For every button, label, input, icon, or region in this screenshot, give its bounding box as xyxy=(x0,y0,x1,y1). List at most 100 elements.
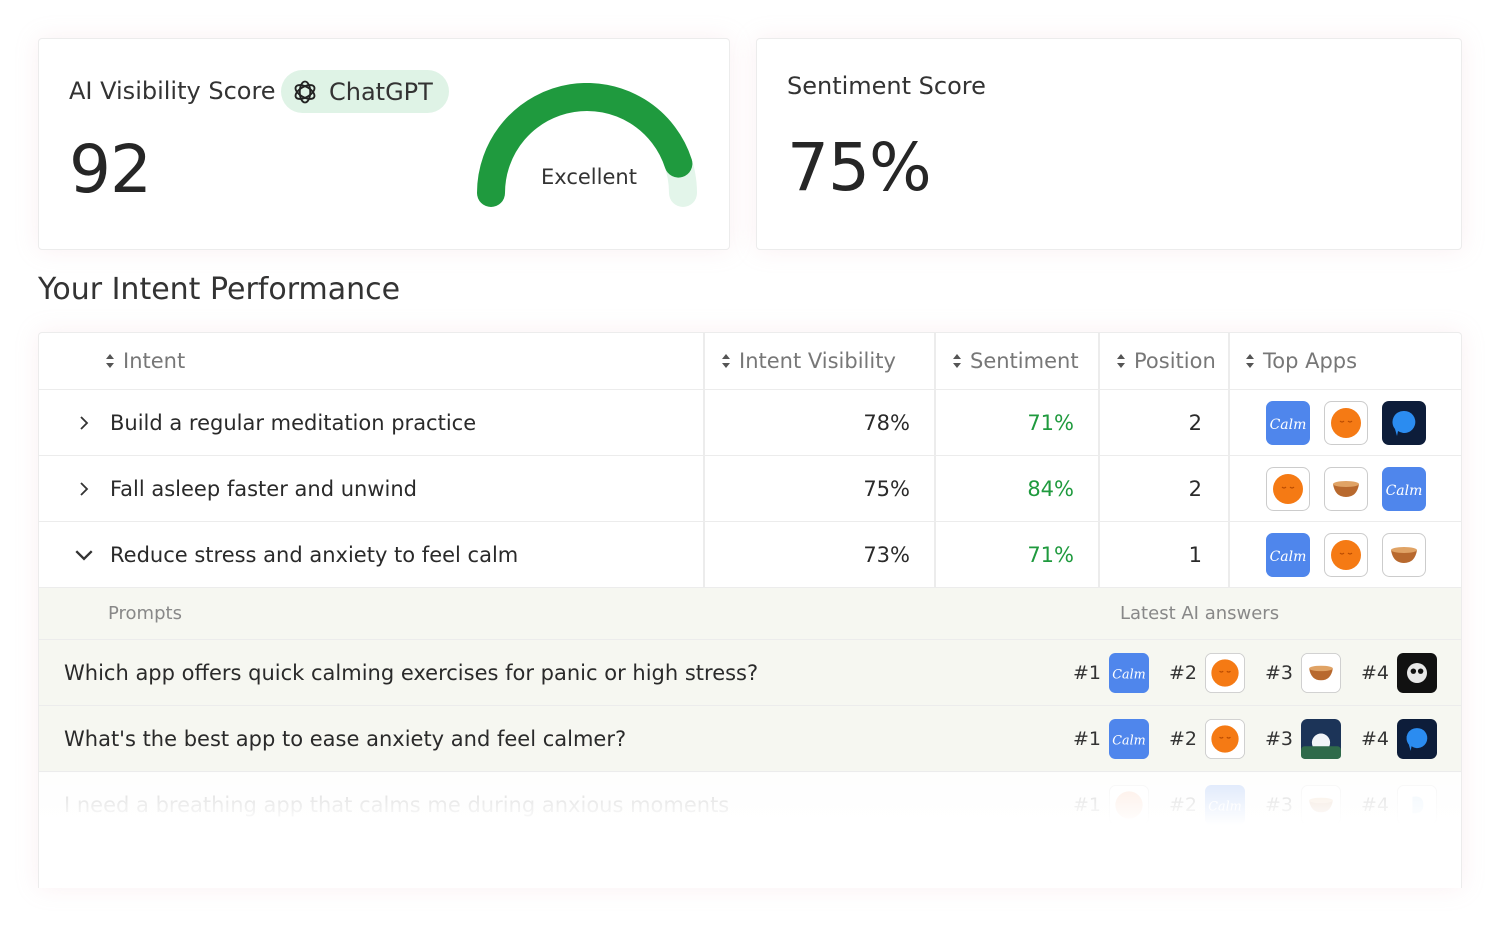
rank-label: #4 xyxy=(1360,727,1389,750)
chevron-right-icon[interactable] xyxy=(77,456,91,521)
calm-icon[interactable]: Calm xyxy=(1108,652,1149,693)
header-sentiment-label: Sentiment xyxy=(970,349,1079,373)
sort-icon xyxy=(106,354,114,368)
rank-label: #2 xyxy=(1168,794,1197,816)
latest-answers: #1 Calm #2 #3 #4 xyxy=(1063,706,1437,771)
header-sentiment[interactable]: Sentiment xyxy=(952,333,1079,389)
answer-rank: #2 xyxy=(1168,652,1245,693)
answer-rank: #4 xyxy=(1361,785,1437,825)
answer-rank: #4 xyxy=(1360,652,1437,693)
prompt-text: What's the best app to ease anxiety and … xyxy=(64,726,627,751)
headspace-icon[interactable] xyxy=(1324,400,1368,445)
meditation-helper-icon[interactable] xyxy=(1397,718,1437,759)
chevron-down-icon[interactable] xyxy=(75,522,93,587)
top-apps: Calm xyxy=(1266,390,1426,455)
intent-visibility: 78% xyxy=(863,410,910,435)
prompt-text: I need a breathing app that calms me dur… xyxy=(64,793,730,817)
breathe-blue-icon[interactable] xyxy=(1397,785,1437,825)
prompt-text: Which app offers quick calming exercises… xyxy=(64,660,759,685)
rank-label: #4 xyxy=(1360,794,1389,816)
header-position-label: Position xyxy=(1134,349,1216,373)
ai-visibility-card: AI Visibility Score ChatGPT 92 Excellent xyxy=(38,38,730,250)
top-apps: Calm xyxy=(1266,522,1426,587)
rank-label: #2 xyxy=(1168,661,1197,684)
calm-icon[interactable]: Calm xyxy=(1266,532,1310,577)
intent-sentiment: 71% xyxy=(1027,410,1074,435)
intent-table: Intent Intent Visibility Sentiment Posit… xyxy=(38,332,1462,888)
answer-rank: #4 xyxy=(1360,718,1437,759)
calm-icon[interactable]: Calm xyxy=(1108,718,1149,759)
intent-row-expanded[interactable]: Reduce stress and anxiety to feel calm 7… xyxy=(39,522,1461,588)
singing-bowl-icon[interactable] xyxy=(1324,466,1368,511)
intent-visibility: 75% xyxy=(863,476,910,501)
calm-icon[interactable]: Calm xyxy=(1382,466,1426,511)
sentiment-card: Sentiment Score 75% xyxy=(756,38,1462,250)
singing-bowl-icon[interactable] xyxy=(1300,652,1341,693)
header-position[interactable]: Position xyxy=(1116,333,1216,389)
singing-bowl-icon[interactable] xyxy=(1300,785,1341,825)
sort-icon xyxy=(722,354,730,368)
rank-label: #3 xyxy=(1264,794,1293,816)
calm-icon[interactable]: Calm xyxy=(1266,400,1310,445)
answer-rank: #3 xyxy=(1264,652,1341,693)
prompt-row[interactable]: What's the best app to ease anxiety and … xyxy=(39,706,1461,772)
svg-text:Calm: Calm xyxy=(1386,483,1423,499)
sentiment-title: Sentiment Score xyxy=(787,72,986,100)
header-visibility[interactable]: Intent Visibility xyxy=(721,333,896,389)
rank-label: #1 xyxy=(1072,661,1101,684)
headspace-icon[interactable] xyxy=(1324,532,1368,577)
prompts-header: Prompts Latest AI answers xyxy=(39,588,1461,640)
latest-answers: #1 Calm #2 #3 #4 xyxy=(1063,640,1437,705)
headspace-icon[interactable] xyxy=(1204,652,1245,693)
answer-rank: #2 xyxy=(1168,718,1245,759)
sort-icon xyxy=(1117,354,1125,368)
headspace-peach-icon[interactable] xyxy=(1108,785,1149,825)
intent-row[interactable]: Build a regular meditation practice 78% … xyxy=(39,390,1461,456)
gauge-rating: Excellent xyxy=(541,165,637,189)
panda-night-icon[interactable] xyxy=(1397,652,1437,693)
intent-row[interactable]: Fall asleep faster and unwind 75% 84% 2 … xyxy=(39,456,1461,522)
header-visibility-label: Intent Visibility xyxy=(739,349,896,373)
chevron-right-icon[interactable] xyxy=(77,390,91,455)
headspace-icon[interactable] xyxy=(1204,718,1245,759)
calm-icon[interactable]: Calm xyxy=(1204,785,1245,825)
rank-label: #3 xyxy=(1264,727,1293,750)
intent-position: 2 xyxy=(1188,410,1202,435)
answer-rank: #1 xyxy=(1073,785,1149,825)
header-top-apps-label: Top Apps xyxy=(1263,349,1358,373)
intent-sentiment: 71% xyxy=(1027,542,1074,567)
rank-label: #1 xyxy=(1072,794,1101,816)
rank-label: #4 xyxy=(1360,661,1389,684)
table-header: Intent Intent Visibility Sentiment Posit… xyxy=(39,333,1461,390)
intent-name: Fall asleep faster and unwind xyxy=(110,476,417,501)
engine-label: ChatGPT xyxy=(329,77,433,106)
prompt-row[interactable]: I need a breathing app that calms me dur… xyxy=(39,772,1461,838)
intent-sentiment: 84% xyxy=(1027,476,1074,501)
openai-icon xyxy=(294,80,316,103)
answer-rank: #3 xyxy=(1265,785,1341,825)
header-intent-label: Intent xyxy=(123,349,186,373)
prompt-row[interactable]: Which app offers quick calming exercises… xyxy=(39,640,1461,706)
meditation-helper-icon[interactable] xyxy=(1382,400,1426,445)
headspace-icon[interactable] xyxy=(1266,466,1310,511)
answer-rank: #2 Calm xyxy=(1169,785,1245,825)
section-title: Your Intent Performance xyxy=(38,272,401,307)
svg-text:Calm: Calm xyxy=(1112,666,1145,681)
header-intent[interactable]: Intent xyxy=(105,333,185,389)
header-top-apps[interactable]: Top Apps xyxy=(1245,333,1357,389)
engine-chip[interactable]: ChatGPT xyxy=(281,70,449,113)
sort-icon xyxy=(1246,354,1254,368)
rank-label: #3 xyxy=(1264,661,1293,684)
intent-position: 2 xyxy=(1188,476,1202,501)
answers-label: Latest AI answers xyxy=(1120,603,1280,624)
intent-name: Reduce stress and anxiety to feel calm xyxy=(110,542,519,567)
rank-label: #1 xyxy=(1072,727,1101,750)
rank-label: #2 xyxy=(1168,727,1197,750)
svg-text:Calm: Calm xyxy=(1112,732,1145,747)
answer-rank: #1 Calm xyxy=(1072,652,1149,693)
moon-landscape-icon[interactable] xyxy=(1300,718,1341,759)
singing-bowl-icon[interactable] xyxy=(1382,532,1426,577)
svg-text:Calm: Calm xyxy=(1270,417,1307,433)
intent-position: 1 xyxy=(1188,542,1202,567)
visibility-score: 92 xyxy=(69,131,152,208)
